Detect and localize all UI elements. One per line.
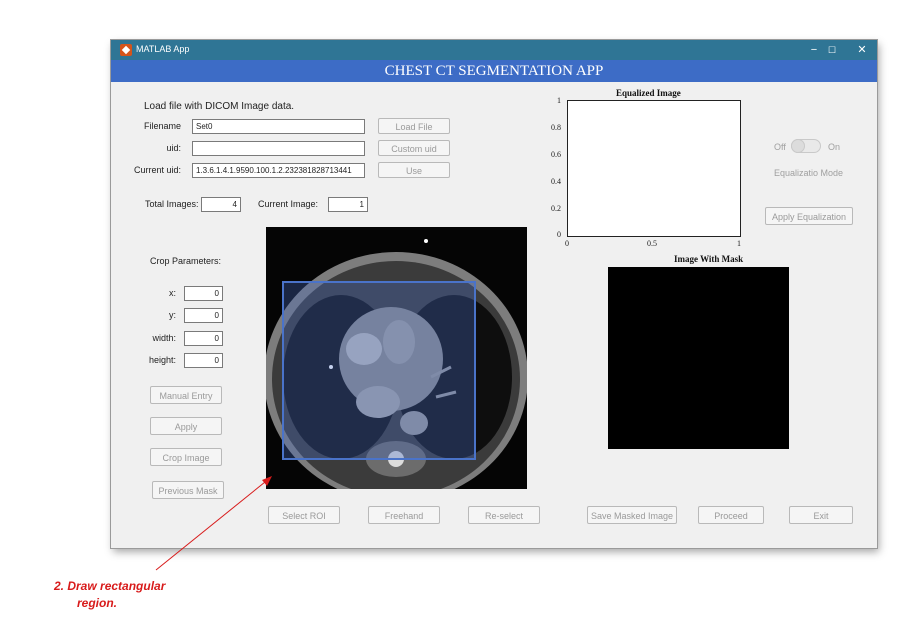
annotation-caption: 2. Draw rectangular region. [54, 578, 165, 612]
caption-line-1: 2. Draw rectangular [54, 579, 166, 593]
caption-line-2: region. [77, 596, 118, 610]
annotation-arrow [155, 476, 272, 571]
